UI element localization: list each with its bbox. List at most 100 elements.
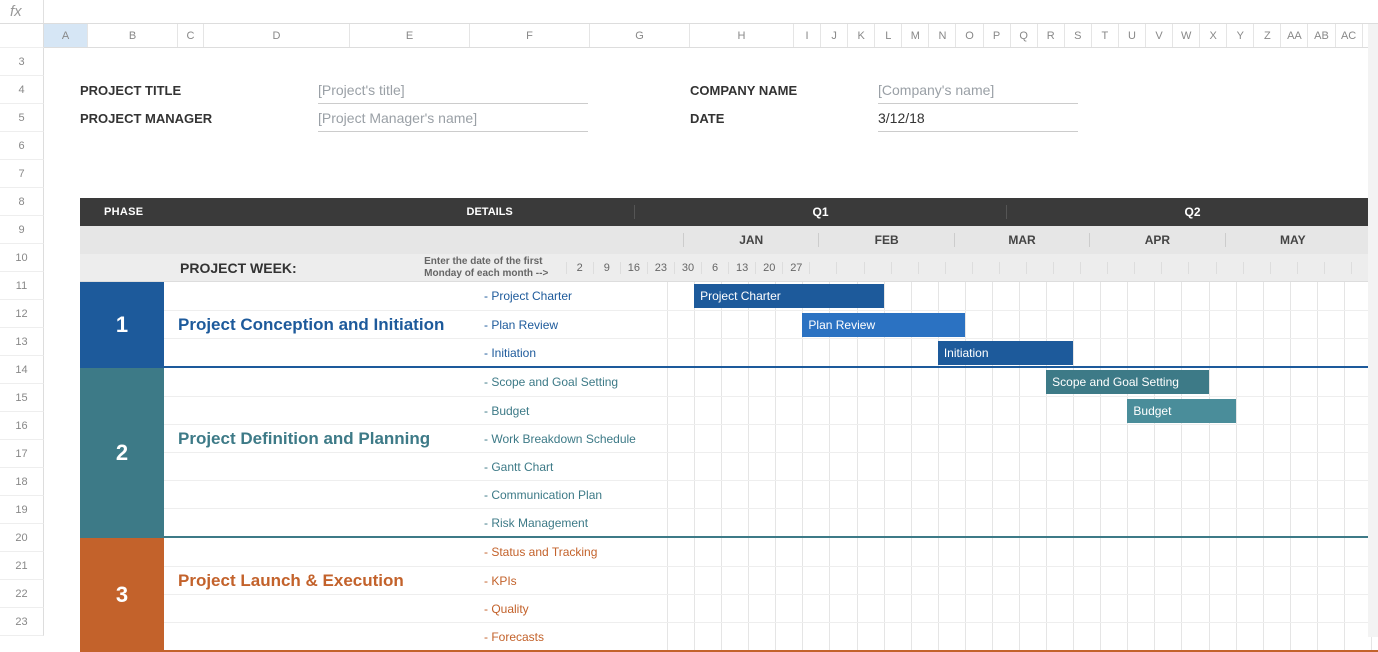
week-day-cell[interactable]: 13: [728, 262, 755, 274]
column-header[interactable]: O: [956, 24, 983, 47]
timeline-cell[interactable]: [667, 481, 694, 508]
row-number[interactable]: 12: [0, 300, 44, 328]
timeline-cell[interactable]: [1209, 538, 1236, 566]
timeline-cell[interactable]: [829, 368, 856, 396]
timeline-cell[interactable]: [667, 368, 694, 396]
week-day-cell[interactable]: [864, 262, 891, 274]
timeline-cell[interactable]: [1236, 595, 1263, 622]
week-day-cell[interactable]: [918, 262, 945, 274]
timeline-cell[interactable]: [1073, 397, 1100, 424]
timeline-cell[interactable]: [775, 339, 802, 366]
timeline-cell[interactable]: [802, 425, 829, 452]
timeline-cell[interactable]: [1154, 311, 1181, 338]
timeline-cell[interactable]: [1263, 282, 1290, 310]
timeline-cell[interactable]: [884, 453, 911, 480]
timeline-cell[interactable]: [1236, 368, 1263, 396]
timeline-cell[interactable]: [1290, 339, 1317, 366]
timeline-cell[interactable]: [1181, 282, 1208, 310]
formula-input[interactable]: [44, 0, 1378, 23]
timeline-cell[interactable]: [748, 311, 775, 338]
timeline-cell[interactable]: [775, 397, 802, 424]
column-header[interactable]: J: [821, 24, 848, 47]
timeline-cell[interactable]: [721, 339, 748, 366]
timeline-cell[interactable]: [1317, 538, 1344, 566]
timeline-cell[interactable]: [1209, 595, 1236, 622]
task-detail[interactable]: - Quality: [484, 602, 667, 616]
timeline-cell[interactable]: [938, 425, 965, 452]
timeline-cell[interactable]: [829, 339, 856, 366]
timeline-cell[interactable]: [1073, 481, 1100, 508]
week-day-cell[interactable]: [836, 262, 863, 274]
timeline-cell[interactable]: [802, 368, 829, 396]
timeline-cell[interactable]: [857, 567, 884, 594]
timeline-cell[interactable]: [857, 595, 884, 622]
task-detail[interactable]: - Project Charter: [484, 289, 667, 303]
column-header[interactable]: S: [1065, 24, 1092, 47]
timeline-cell[interactable]: [1263, 339, 1290, 366]
gantt-bar[interactable]: Budget: [1127, 399, 1235, 423]
row-number[interactable]: 3: [0, 48, 44, 76]
timeline-cell[interactable]: [1019, 481, 1046, 508]
timeline-cell[interactable]: [1290, 538, 1317, 566]
timeline-cell[interactable]: [721, 509, 748, 536]
timeline-cell[interactable]: [911, 368, 938, 396]
timeline-cell[interactable]: [1181, 311, 1208, 338]
timeline-cell[interactable]: [1290, 595, 1317, 622]
timeline-cell[interactable]: [965, 453, 992, 480]
column-header[interactable]: R: [1038, 24, 1065, 47]
timeline-cell[interactable]: [938, 282, 965, 310]
timeline-cell[interactable]: [721, 538, 748, 566]
timeline-cell[interactable]: [1236, 311, 1263, 338]
timeline-cell[interactable]: [721, 397, 748, 424]
column-header[interactable]: F: [470, 24, 590, 47]
timeline-cell[interactable]: [911, 509, 938, 536]
timeline-cell[interactable]: [1100, 339, 1127, 366]
row-number[interactable]: 11: [0, 272, 44, 300]
timeline-cell[interactable]: [1127, 339, 1154, 366]
timeline-cell[interactable]: [965, 567, 992, 594]
timeline-cell[interactable]: [775, 481, 802, 508]
timeline-cell[interactable]: [1127, 538, 1154, 566]
column-header[interactable]: G: [590, 24, 690, 47]
timeline-cell[interactable]: [802, 595, 829, 622]
week-day-cell[interactable]: 30: [674, 262, 701, 274]
timeline-cell[interactable]: [802, 397, 829, 424]
timeline-cell[interactable]: [1046, 509, 1073, 536]
timeline-cell[interactable]: [829, 425, 856, 452]
timeline-cell[interactable]: [721, 425, 748, 452]
timeline-cell[interactable]: [667, 339, 694, 366]
column-header[interactable]: L: [875, 24, 902, 47]
timeline-cell[interactable]: [802, 538, 829, 566]
timeline-cell[interactable]: [884, 538, 911, 566]
week-day-cell[interactable]: [945, 262, 972, 274]
column-header[interactable]: Z: [1254, 24, 1281, 47]
timeline-cell[interactable]: [1073, 595, 1100, 622]
timeline-cell[interactable]: [748, 368, 775, 396]
timeline-cell[interactable]: [1154, 481, 1181, 508]
timeline-cell[interactable]: [1290, 453, 1317, 480]
task-detail[interactable]: - Communication Plan: [484, 488, 667, 502]
timeline-cell[interactable]: [992, 397, 1019, 424]
timeline-cell[interactable]: [1154, 509, 1181, 536]
column-header[interactable]: W: [1173, 24, 1200, 47]
column-header[interactable]: AB: [1308, 24, 1335, 47]
timeline-cell[interactable]: [1127, 453, 1154, 480]
timeline-cell[interactable]: [884, 282, 911, 310]
timeline-cell[interactable]: [1317, 509, 1344, 536]
column-header[interactable]: AA: [1281, 24, 1308, 47]
timeline-cell[interactable]: [721, 368, 748, 396]
timeline-cell[interactable]: [1073, 282, 1100, 310]
timeline-cell[interactable]: [1046, 481, 1073, 508]
task-detail[interactable]: - Gantt Chart: [484, 460, 667, 474]
timeline-cell[interactable]: [829, 567, 856, 594]
timeline-cell[interactable]: [911, 339, 938, 366]
timeline-cell[interactable]: [1263, 368, 1290, 396]
timeline-cell[interactable]: [1344, 397, 1371, 424]
column-header[interactable]: H: [690, 24, 794, 47]
timeline-cell[interactable]: [965, 397, 992, 424]
timeline-cell[interactable]: [1290, 425, 1317, 452]
timeline-cell[interactable]: [1290, 481, 1317, 508]
timeline-cell[interactable]: [1019, 311, 1046, 338]
week-day-cell[interactable]: [999, 262, 1026, 274]
timeline-cell[interactable]: [1019, 509, 1046, 536]
